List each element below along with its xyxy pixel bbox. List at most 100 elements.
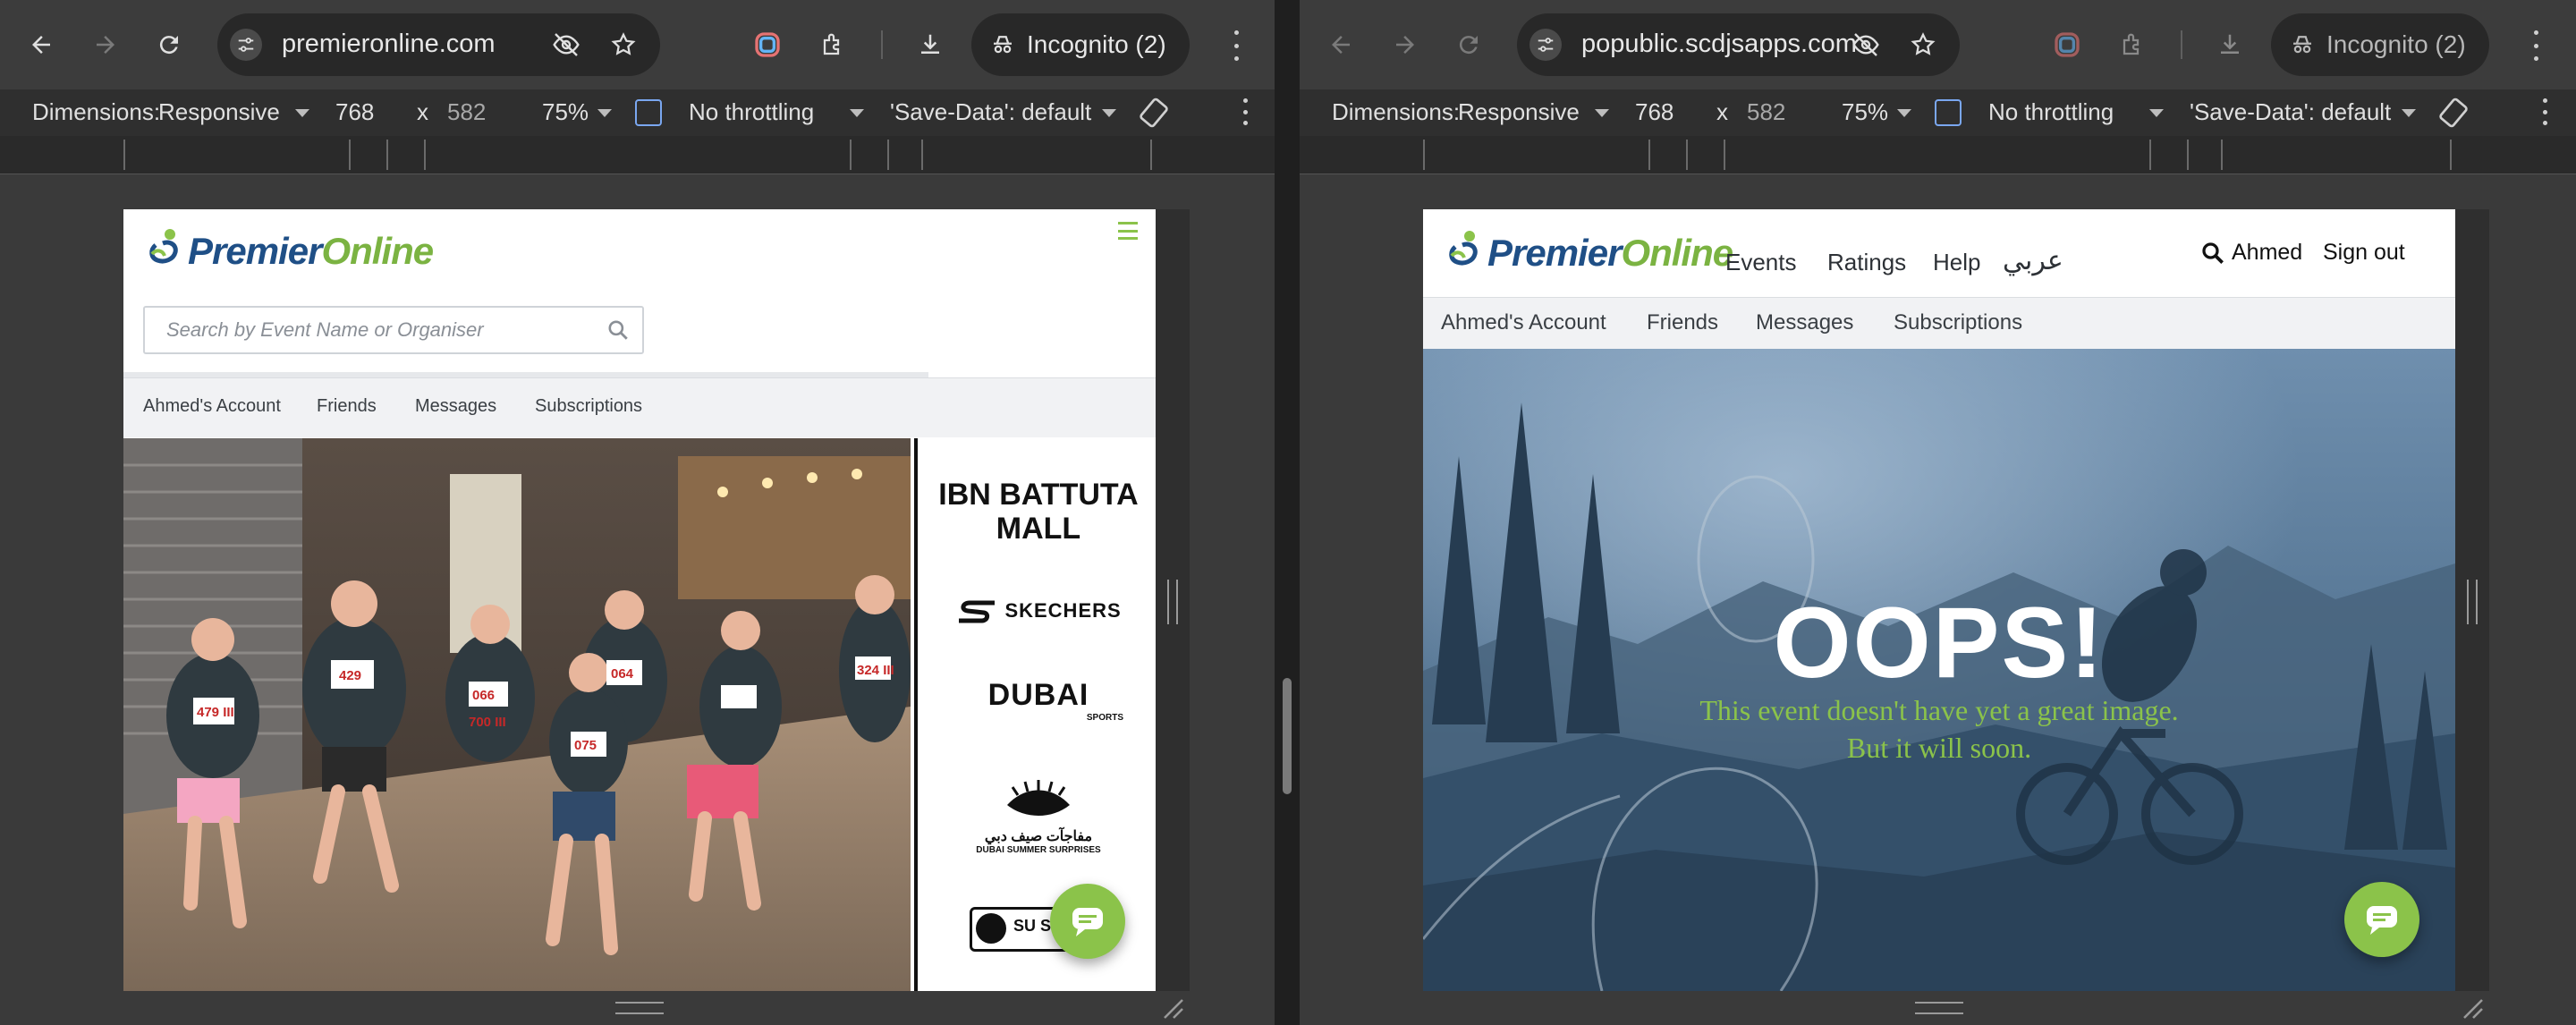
- subnav-messages[interactable]: Messages: [1756, 310, 1853, 335]
- rotate-icon[interactable]: [2437, 97, 2470, 135]
- reload-icon: [1459, 36, 1478, 55]
- incognito-indicator[interactable]: Incognito (2): [971, 13, 1190, 76]
- extensions-icon[interactable]: [2115, 27, 2151, 63]
- site-logo[interactable]: PremierOnline: [147, 227, 434, 275]
- user-name-link[interactable]: Ahmed: [2232, 240, 2302, 266]
- search-input[interactable]: Search by Event Name or Organiser: [166, 318, 484, 342]
- chevron-down-icon: [1897, 109, 1911, 117]
- split-view-divider[interactable]: [1275, 0, 1300, 1025]
- eye-logo-icon: [1007, 780, 1070, 816]
- sponsor-dubai-summer-surprises[interactable]: مفاجآت صيف دبي DUBAI SUMMER SURPRISES: [918, 778, 1156, 855]
- bib-number: 066: [472, 688, 495, 703]
- address-bar[interactable]: popublic.scdjsapps.com: [1517, 13, 1960, 76]
- subnav-subscriptions[interactable]: Subscriptions: [535, 396, 642, 417]
- zoom-select[interactable]: 75%: [1842, 98, 1888, 126]
- more-icon[interactable]: [2539, 98, 2550, 125]
- subnav-friends[interactable]: Friends: [317, 396, 377, 417]
- subnav-subscriptions[interactable]: Subscriptions: [1894, 310, 2022, 335]
- back-icon: [32, 36, 50, 54]
- save-data-select[interactable]: 'Save-Data': default: [890, 98, 1091, 126]
- subnav-messages[interactable]: Messages: [415, 396, 496, 417]
- search-box[interactable]: Search by Event Name or Organiser: [143, 306, 644, 354]
- resize-handle-right[interactable]: [1167, 580, 1178, 624]
- forward-button[interactable]: [1385, 25, 1425, 64]
- eye-off-icon[interactable]: [1850, 29, 1882, 61]
- chrome-apps-icon[interactable]: [750, 27, 785, 63]
- throttling-select[interactable]: No throttling: [689, 98, 814, 126]
- throttling-select[interactable]: No throttling: [1988, 98, 2114, 126]
- more-icon[interactable]: [1240, 98, 1250, 125]
- chat-button[interactable]: [1050, 884, 1125, 959]
- save-data-select[interactable]: 'Save-Data': default: [2190, 98, 2391, 126]
- rotate-icon[interactable]: [1138, 97, 1170, 135]
- star-icon[interactable]: [1907, 29, 1939, 61]
- logo-text-premier: Premier: [188, 230, 322, 272]
- sponsor-text: DUBAI: [987, 678, 1089, 712]
- incognito-label: Incognito (2): [2326, 30, 2466, 58]
- address-bar[interactable]: premieronline.com: [217, 13, 660, 76]
- runner-logo-icon: [149, 229, 178, 264]
- resize-corner-icon[interactable]: [1161, 996, 1184, 1020]
- eye-off-icon[interactable]: [550, 29, 582, 61]
- width-input[interactable]: 768: [1635, 98, 1674, 126]
- media-query-ruler[interactable]: [0, 136, 1275, 174]
- media-query-ruler[interactable]: [1300, 136, 2576, 174]
- search-icon[interactable]: [606, 318, 630, 342]
- incognito-icon: [2293, 36, 2311, 54]
- browser-window-left: premieronline.com Incognito (2) Dimensio…: [0, 0, 1275, 1025]
- subnav-account[interactable]: Ahmed's Account: [1441, 310, 1606, 335]
- device-frame-icon[interactable]: [635, 99, 662, 126]
- resize-corner-icon[interactable]: [2461, 996, 2484, 1020]
- height-input[interactable]: 582: [447, 98, 486, 126]
- star-icon[interactable]: [607, 29, 640, 61]
- search-icon[interactable]: [2199, 240, 2226, 267]
- tune-icon[interactable]: [230, 29, 262, 61]
- sign-out-link[interactable]: Sign out: [2323, 240, 2405, 266]
- subnav-account[interactable]: Ahmed's Account: [143, 396, 281, 417]
- incognito-indicator[interactable]: Incognito (2): [2271, 13, 2489, 76]
- zoom-select[interactable]: 75%: [542, 98, 589, 126]
- back-button[interactable]: [1321, 25, 1360, 64]
- more-icon[interactable]: [1231, 30, 1241, 61]
- url-text[interactable]: popublic.scdjsapps.com: [1581, 30, 1857, 59]
- device-select[interactable]: Responsive: [1458, 98, 1580, 126]
- chrome-apps-icon[interactable]: [2049, 27, 2085, 63]
- back-button[interactable]: [21, 25, 61, 64]
- width-input[interactable]: 768: [335, 98, 374, 126]
- resize-handle-bottom[interactable]: [615, 1002, 664, 1014]
- sponsor-skechers[interactable]: SKECHERS: [918, 599, 1156, 623]
- resize-handle-bottom[interactable]: [1915, 1002, 1963, 1014]
- site-logo[interactable]: PremierOnline: [1446, 229, 1733, 277]
- divider-handle[interactable]: [1283, 678, 1292, 794]
- resize-handle-right[interactable]: [2467, 580, 2478, 624]
- forward-button[interactable]: [86, 25, 125, 64]
- reload-button[interactable]: [1449, 25, 1488, 64]
- bib-number: 324 III: [857, 663, 894, 678]
- hamburger-icon[interactable]: [1118, 222, 1138, 240]
- nav-events[interactable]: Events: [1725, 249, 1797, 276]
- oops-heading: OOPS!: [1773, 587, 2106, 699]
- extensions-icon[interactable]: [816, 27, 852, 63]
- height-input[interactable]: 582: [1747, 98, 1785, 126]
- device-frame-icon[interactable]: [1935, 99, 1962, 126]
- chat-button[interactable]: [2344, 882, 2419, 957]
- forward-icon: [1396, 36, 1414, 54]
- incognito-label: Incognito (2): [1027, 30, 1166, 58]
- toolbar-separator: [881, 30, 883, 59]
- subnav-friends[interactable]: Friends: [1647, 310, 1718, 335]
- tune-icon[interactable]: [1530, 29, 1562, 61]
- no-image-message-line2: But it will soon.: [1846, 732, 2032, 764]
- url-text[interactable]: premieronline.com: [282, 30, 496, 59]
- nav-help[interactable]: Help: [1933, 249, 1980, 276]
- chevron-down-icon: [850, 109, 864, 117]
- nav-arabic[interactable]: عربي: [2003, 245, 2063, 276]
- nav-ratings[interactable]: Ratings: [1827, 249, 1906, 276]
- more-icon[interactable]: [2530, 30, 2541, 61]
- sponsor-dubai-sports[interactable]: DUBAI SPORTS: [918, 678, 1156, 723]
- reload-button[interactable]: [149, 25, 189, 64]
- chevron-down-icon: [1102, 109, 1116, 117]
- sponsor-ibn-battuta[interactable]: IBN BATTUTA MALL: [918, 478, 1156, 546]
- device-select[interactable]: Responsive: [158, 98, 280, 126]
- download-icon[interactable]: [912, 27, 948, 63]
- download-icon[interactable]: [2212, 27, 2248, 63]
